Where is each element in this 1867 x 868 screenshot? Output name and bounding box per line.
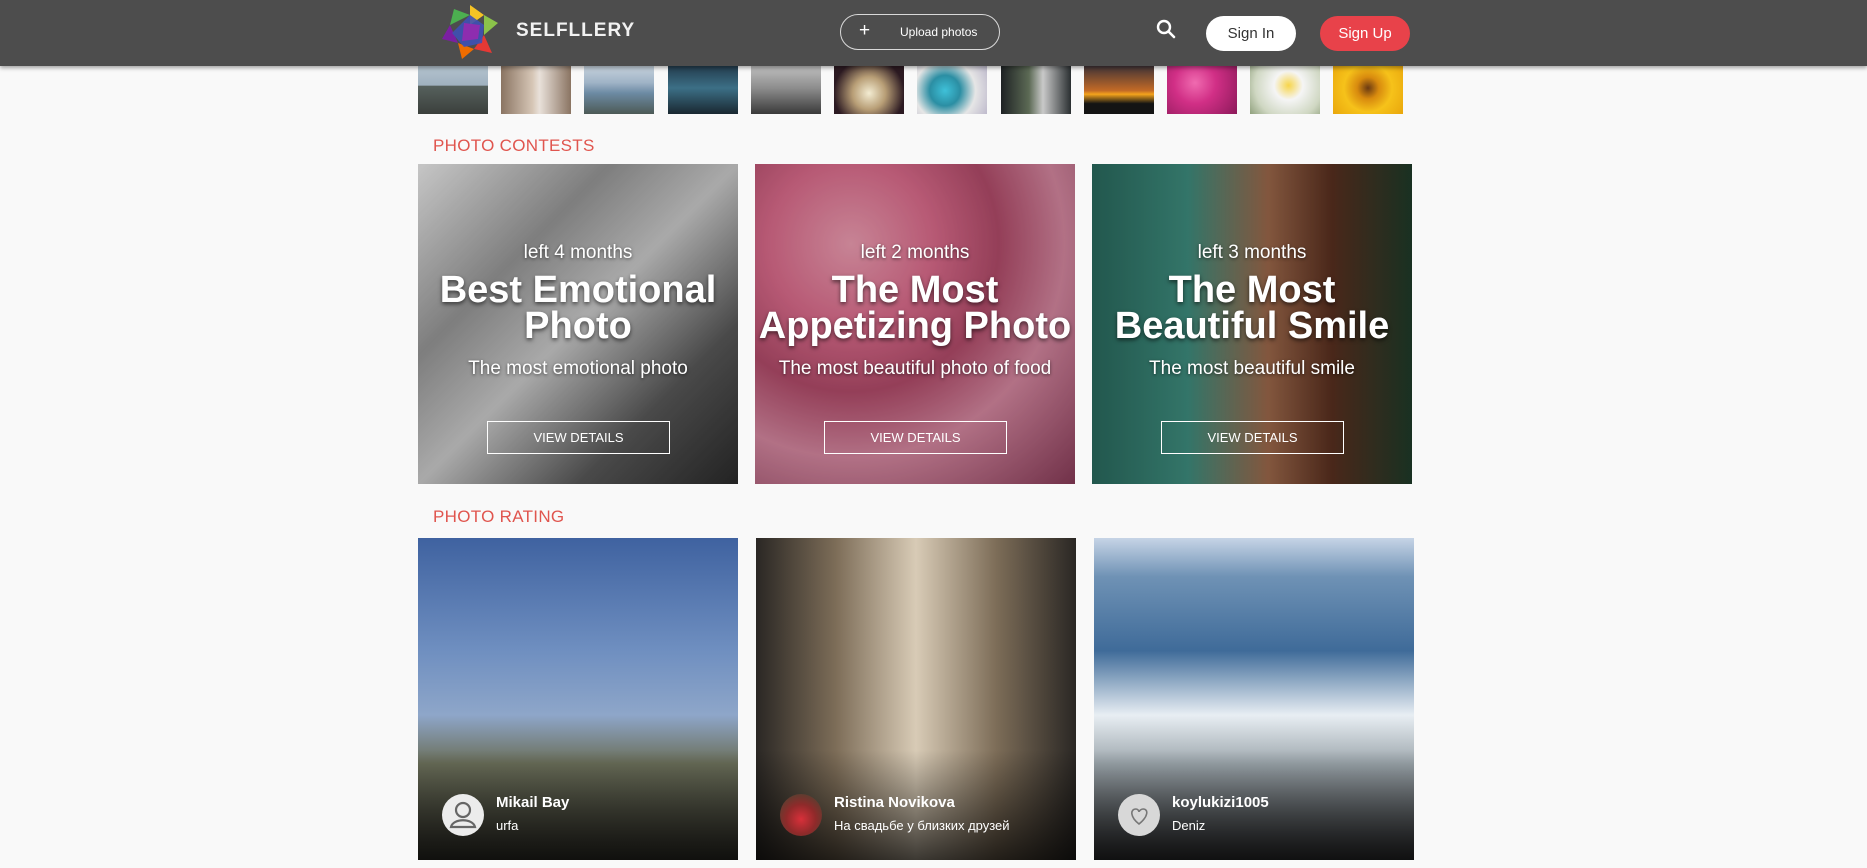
recent-photo-thumbnail[interactable] — [1084, 62, 1154, 114]
contest-title: Best Emotional Photo — [439, 269, 717, 347]
contest-description: The most beautiful photo of food — [778, 358, 1052, 379]
logo-text[interactable]: SELFLLERY — [516, 20, 635, 42]
recent-photo-thumbnail[interactable] — [1167, 62, 1237, 114]
contest-card[interactable]: left 2 months The Most Appetizing Photo … — [755, 164, 1075, 484]
top-navbar: SELFLLERY + Upload photos Sign In Sign U… — [0, 0, 1867, 66]
recent-photo-thumbnail[interactable] — [584, 62, 654, 114]
author-name[interactable]: Ristina Novikova — [834, 794, 955, 811]
photo-contests-heading: PHOTO CONTESTS — [433, 136, 595, 155]
sign-up-button[interactable]: Sign Up — [1320, 16, 1410, 51]
upload-photos-label: Upload photos — [900, 25, 978, 39]
contest-card[interactable]: left 3 months The Most Beautiful Smile T… — [1092, 164, 1412, 484]
recent-photo-thumbnail[interactable] — [834, 62, 904, 114]
avatar[interactable] — [442, 794, 484, 836]
view-details-button[interactable]: VIEW DETAILS — [487, 421, 670, 454]
search-icon[interactable] — [1155, 18, 1177, 40]
contest-time-left: left 2 months — [860, 242, 970, 263]
contest-time-left: left 3 months — [1197, 242, 1307, 263]
contest-description: The most beautiful smile — [1149, 358, 1355, 379]
photo-caption: На свадьбе у близких друзей — [834, 818, 1010, 833]
recent-photo-thumbnail[interactable] — [668, 62, 738, 114]
author-name[interactable]: Mikail Bay — [496, 794, 569, 811]
contest-description: The most emotional photo — [468, 358, 688, 379]
rated-photo-card[interactable]: Mikail Bay urfa — [418, 538, 738, 860]
recent-photo-thumbnail[interactable] — [751, 62, 821, 114]
photo-caption: urfa — [496, 818, 519, 833]
recent-photo-thumbnail[interactable] — [917, 62, 987, 114]
plus-icon: + — [859, 20, 871, 41]
default-user-icon — [449, 801, 477, 829]
contest-time-left: left 4 months — [523, 242, 633, 263]
selfllery-logo-icon[interactable] — [440, 3, 500, 61]
heart-sketch-icon — [1131, 808, 1148, 826]
recent-photo-thumbnail[interactable] — [1333, 62, 1403, 114]
rated-photo-card[interactable]: Ristina Novikova На свадьбе у близких др… — [756, 538, 1076, 860]
recent-photos-strip — [418, 62, 1418, 114]
author-name[interactable]: koylukizi1005 — [1172, 794, 1269, 811]
recent-photo-thumbnail[interactable] — [1250, 62, 1320, 114]
avatar[interactable] — [1118, 794, 1160, 836]
contest-card[interactable]: left 4 months Best Emotional Photo The m… — [418, 164, 738, 484]
contest-title: The Most Beautiful Smile — [1114, 269, 1390, 347]
view-details-button[interactable]: VIEW DETAILS — [1161, 421, 1344, 454]
recent-photo-thumbnail[interactable] — [501, 62, 571, 114]
contest-title: The Most Appetizing Photo — [758, 269, 1072, 347]
upload-photos-button[interactable]: + Upload photos — [840, 14, 1000, 50]
avatar[interactable] — [780, 794, 822, 836]
photo-caption: Deniz — [1172, 818, 1206, 833]
photo-rating-heading: PHOTO RATING — [433, 507, 565, 526]
rated-photo-card[interactable]: koylukizi1005 Deniz — [1094, 538, 1414, 860]
recent-photo-thumbnail[interactable] — [1001, 62, 1071, 114]
recent-photo-thumbnail[interactable] — [418, 62, 488, 114]
sign-in-button[interactable]: Sign In — [1206, 16, 1296, 51]
view-details-button[interactable]: VIEW DETAILS — [824, 421, 1007, 454]
